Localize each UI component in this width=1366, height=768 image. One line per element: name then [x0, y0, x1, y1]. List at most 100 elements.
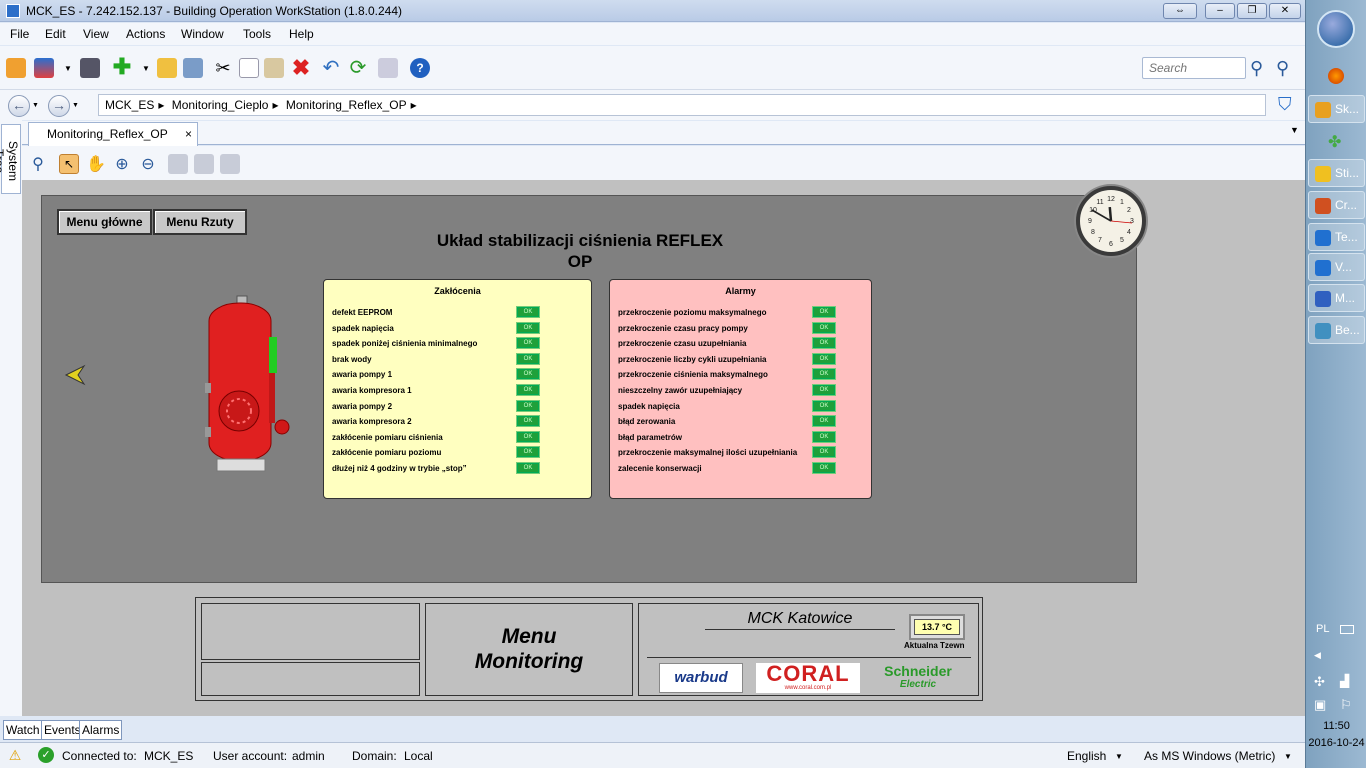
status-bar: ⚠ ✓ Connected to: MCK_ES User account: a… [0, 742, 1305, 768]
alarmy-item: przekroczenie czasu pracy pompy [618, 323, 748, 333]
help-icon[interactable]: ? [410, 58, 430, 78]
taskbar-item[interactable]: Sk... [1308, 95, 1365, 123]
network-icon[interactable]: ✣ [1314, 674, 1325, 690]
status-indicator: OK [516, 384, 540, 396]
add-icon[interactable]: ✚ [112, 56, 132, 78]
print-preview-icon[interactable] [220, 154, 240, 174]
print-icon[interactable] [378, 58, 398, 78]
site-name: MCK Katowice [705, 610, 895, 630]
workspace-icon[interactable] [34, 58, 54, 78]
cut-icon[interactable]: ✂ [213, 58, 233, 78]
brush-icon[interactable] [6, 58, 26, 78]
taskbar-item[interactable]: M... [1308, 284, 1365, 312]
tab-alarms[interactable]: Alarms [79, 720, 123, 740]
menu-help[interactable]: Help [289, 27, 314, 41]
device-icon[interactable] [80, 58, 100, 78]
menu-window[interactable]: Window [181, 27, 224, 41]
chevron-down-icon[interactable]: ▼ [72, 102, 79, 109]
warning-icon[interactable]: ⚠ [6, 747, 24, 763]
search-input[interactable] [1142, 57, 1246, 79]
maximize-button[interactable]: ❐ [1237, 3, 1267, 19]
taskbar-item[interactable]: V... [1308, 253, 1365, 281]
tab-close-icon[interactable]: × [185, 127, 192, 141]
select-pointer-icon[interactable]: ↖ [59, 154, 79, 174]
alarmy-item: przekroczenie poziomu maksymalnego [618, 308, 767, 317]
alarms-box: Alarmy przekroczenie poziomu maksymalneg… [609, 279, 872, 499]
menu-view[interactable]: View [83, 27, 109, 41]
taskbar-item-label: M... [1335, 291, 1355, 305]
input-language[interactable]: PL [1316, 623, 1329, 635]
status-indicator: OK [812, 462, 836, 474]
tab-events[interactable]: Events [41, 720, 84, 740]
action-center-flag-icon[interactable]: ⚐ [1340, 697, 1352, 713]
warbud-logo: warbud [659, 663, 743, 693]
breadcrumb-item[interactable]: Monitoring_Reflex_OP [286, 98, 407, 112]
clock-time[interactable]: 11:50 [1306, 720, 1366, 732]
app-icon [1315, 230, 1331, 246]
back-icon[interactable]: ← [8, 95, 30, 117]
taskbar-item[interactable]: Te... [1308, 223, 1365, 251]
delete-icon[interactable]: ✖ [291, 57, 311, 79]
close-button[interactable]: ✕ [1269, 3, 1301, 19]
clock-date[interactable]: 2016-10-24 [1306, 737, 1366, 749]
chevron-down-icon[interactable]: ▼ [64, 64, 72, 73]
search-icon[interactable]: ⚲ [1250, 58, 1263, 79]
window-title: MCK_ES - 7.242.152.137 - Building Operat… [26, 4, 402, 18]
units-select[interactable]: As MS Windows (Metric) [1144, 749, 1275, 763]
save-icon[interactable] [183, 58, 203, 78]
zoom-in-icon[interactable]: ⊕ [112, 154, 132, 174]
refresh-icon[interactable]: ⟳ [348, 58, 368, 78]
system-tree-tab[interactable]: System Tree [0, 124, 21, 194]
menu-monitoring-button[interactable]: Menu Monitoring [425, 603, 633, 696]
device-tray-icon[interactable]: ▣ [1314, 697, 1326, 713]
back-arrow-icon[interactable] [64, 364, 86, 386]
alarmy-item: błąd parametrów [618, 432, 683, 442]
zoom-out-icon[interactable]: ⊖ [138, 154, 158, 174]
menu-tools[interactable]: Tools [243, 27, 271, 41]
chevron-down-icon[interactable]: ▼ [1115, 752, 1123, 761]
status-indicator: OK [812, 352, 836, 365]
menu-actions[interactable]: Actions [126, 27, 165, 41]
taskbar-item[interactable]: Be... [1308, 316, 1365, 344]
start-button-icon[interactable] [1317, 10, 1355, 48]
minimize-button[interactable]: – [1205, 3, 1235, 19]
firefox-icon[interactable] [1328, 68, 1344, 84]
chevron-down-icon[interactable]: ▼ [1284, 752, 1292, 761]
plans-menu-button[interactable]: Menu Rzuty [153, 209, 247, 235]
taskbar-item[interactable]: Cr... [1308, 191, 1365, 219]
divider [647, 657, 971, 658]
footer-cell [201, 662, 420, 696]
keyboard-icon[interactable] [1340, 625, 1354, 634]
taskbar-item[interactable]: Sti... [1308, 159, 1365, 187]
show-hidden-icons-icon[interactable]: ◀ [1314, 650, 1321, 661]
status-indicator: OK [516, 337, 540, 350]
breadcrumb-item[interactable]: Monitoring_Cieplo [172, 98, 269, 112]
open-folder-icon[interactable] [157, 58, 177, 78]
print-icon[interactable] [168, 154, 188, 174]
advanced-search-icon[interactable]: ⚲ [1276, 58, 1289, 79]
filter-icon[interactable]: ⛉ [1278, 94, 1292, 115]
print-setup-icon[interactable] [194, 154, 214, 174]
undo-icon[interactable]: ↶ [321, 58, 341, 78]
breadcrumb-item[interactable]: MCK_ES [105, 98, 154, 112]
forward-icon[interactable]: → [48, 95, 70, 117]
main-menu-button[interactable]: Menu główne [57, 209, 152, 235]
tab-watch[interactable]: Watch [3, 720, 43, 740]
signal-icon[interactable]: ▟ [1340, 674, 1349, 688]
menu-file[interactable]: File [10, 27, 29, 41]
account-label: User account: [213, 749, 288, 763]
paste-icon[interactable] [264, 58, 284, 78]
chevron-down-icon[interactable]: ▼ [142, 64, 150, 73]
pan-hand-icon[interactable]: ✋ [86, 154, 106, 174]
menu-edit[interactable]: Edit [45, 27, 66, 41]
tab-list-chevron-icon[interactable]: ▼ [1290, 125, 1299, 135]
status-indicator: OK [516, 430, 540, 443]
temp-label: Aktualna Tzewn [904, 641, 965, 650]
clover-icon[interactable]: ✤ [1328, 132, 1341, 152]
zoom-fit-icon[interactable]: ⚲ [28, 154, 48, 174]
tab-monitoring-reflex-op[interactable]: Monitoring_Reflex_OP × [28, 122, 198, 146]
language-select[interactable]: English [1067, 749, 1106, 763]
chevron-down-icon[interactable]: ▼ [32, 102, 39, 109]
restore-view-button[interactable]: ⇔ [1163, 3, 1197, 19]
copy-icon[interactable] [239, 58, 259, 78]
